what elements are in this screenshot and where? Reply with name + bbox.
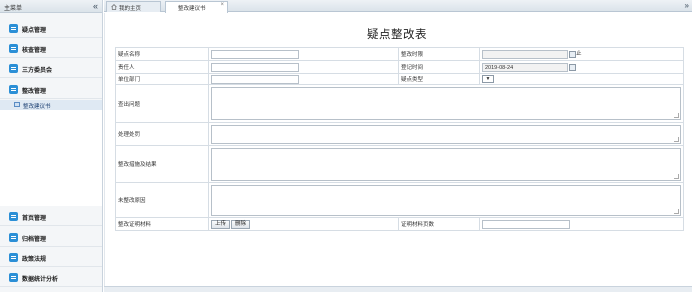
rectify-deadline-input[interactable] xyxy=(482,49,568,59)
tab-rectification-advice[interactable]: 整改建议书 × xyxy=(165,1,228,13)
calendar-icon[interactable] xyxy=(569,50,576,58)
unrectified-textarea[interactable] xyxy=(211,184,681,216)
sidebar-item-homepage-mgmt[interactable]: 首页管理 xyxy=(0,207,102,226)
label-evidence-pages: 证明材料页数 xyxy=(398,217,480,231)
sidebar-item-policies[interactable]: 政策法规 xyxy=(0,248,102,267)
list-icon xyxy=(9,85,18,94)
sidebar-item-label: 整改管理 xyxy=(22,89,47,95)
close-tab-icon[interactable]: × xyxy=(220,2,224,8)
sidebar: 主菜单 « 疑点管理 核查管理 三方委员会 整改管理 整改建议书 首页管理 归档… xyxy=(0,0,103,292)
sidebar-item-rectification[interactable]: 整改管理 xyxy=(0,80,102,99)
rectification-form: 疑点名称 整改时限 止 责任人 登记时间 2019-08-24 单位部门 疑点类… xyxy=(115,47,684,231)
tab-bar: 我的主页 整改建议书 × » xyxy=(104,0,692,13)
tab-label: 整改建议书 xyxy=(178,6,206,12)
list-icon xyxy=(9,212,18,221)
sidebar-subitem-rectification-advice[interactable]: 整改建议书 xyxy=(0,100,102,110)
handling-textarea[interactable] xyxy=(211,124,681,144)
page-title: 疑点整改表 xyxy=(367,29,427,41)
evidence-pages-input[interactable] xyxy=(482,219,570,229)
sidebar-item-suspects[interactable]: 疑点管理 xyxy=(0,19,102,38)
deadline-suffix: 止 xyxy=(576,51,582,58)
tab-home[interactable]: 我的主页 xyxy=(106,1,161,12)
list-icon xyxy=(9,64,18,73)
label-register-time: 登记时间 xyxy=(398,60,480,74)
collapse-sidebar-icon[interactable]: « xyxy=(93,1,98,11)
measures-textarea[interactable] xyxy=(211,147,681,181)
list-icon xyxy=(9,233,18,242)
unit-input[interactable] xyxy=(211,74,299,84)
list-icon xyxy=(9,273,18,282)
label-evidence: 整改证明材料 xyxy=(115,217,209,231)
sidebar-header: 主菜单 « xyxy=(0,0,102,13)
sidebar-item-label: 归档管理 xyxy=(22,237,47,243)
issues-textarea[interactable] xyxy=(211,87,681,120)
label-handling: 处理处罚 xyxy=(115,122,209,146)
label-unit: 单位部门 xyxy=(115,73,209,85)
suspect-name-input[interactable] xyxy=(211,49,299,59)
sidebar-title: 主菜单 xyxy=(4,6,23,12)
sidebar-item-label: 政策法规 xyxy=(22,257,47,263)
sidebar-item-label: 三方委员会 xyxy=(22,68,53,74)
sidebar-empty-area xyxy=(0,110,102,206)
label-measures: 整改措施及结果 xyxy=(115,145,209,183)
register-time-input[interactable]: 2019-08-24 xyxy=(482,62,568,72)
label-suspect-type: 疑点类型 xyxy=(398,73,480,85)
responsible-input[interactable] xyxy=(211,62,299,72)
home-icon xyxy=(111,4,117,10)
sidebar-item-committee[interactable]: 三方委员会 xyxy=(0,59,102,78)
delete-button[interactable]: 删除 xyxy=(231,219,251,229)
list-icon xyxy=(9,44,18,53)
label-responsible: 责任人 xyxy=(115,60,209,74)
label-suspect-name: 疑点名称 xyxy=(115,47,209,61)
sidebar-item-label: 核查管理 xyxy=(22,48,47,54)
sidebar-item-archive[interactable]: 归档管理 xyxy=(0,228,102,247)
sidebar-subitem-label: 整改建议书 xyxy=(23,104,51,110)
tabs-more-icon[interactable]: » xyxy=(685,1,689,10)
label-unrectified: 未整改原因 xyxy=(115,182,209,218)
calendar-icon[interactable] xyxy=(569,63,576,71)
sidebar-item-label: 数据统计分析 xyxy=(22,277,59,283)
upload-button[interactable]: 上传 xyxy=(211,219,231,229)
tab-label: 我的主页 xyxy=(119,6,142,12)
list-icon xyxy=(9,24,18,33)
list-icon xyxy=(9,253,18,262)
sidebar-item-verification[interactable]: 核查管理 xyxy=(0,39,102,58)
document-icon xyxy=(14,102,20,107)
sidebar-item-statistics[interactable]: 数据统计分析 xyxy=(0,268,102,287)
main-content: 疑点整改表 疑点名称 整改时限 止 责任人 登记时间 2019-08-24 单位… xyxy=(104,13,688,292)
status-bar xyxy=(104,286,692,292)
sidebar-item-label: 首页管理 xyxy=(22,216,47,222)
label-issues: 查出问题 xyxy=(115,84,209,123)
suspect-type-select[interactable]: ▼ xyxy=(482,75,494,83)
sidebar-item-label: 疑点管理 xyxy=(22,28,47,34)
label-rectify-deadline: 整改时限 xyxy=(398,47,480,61)
